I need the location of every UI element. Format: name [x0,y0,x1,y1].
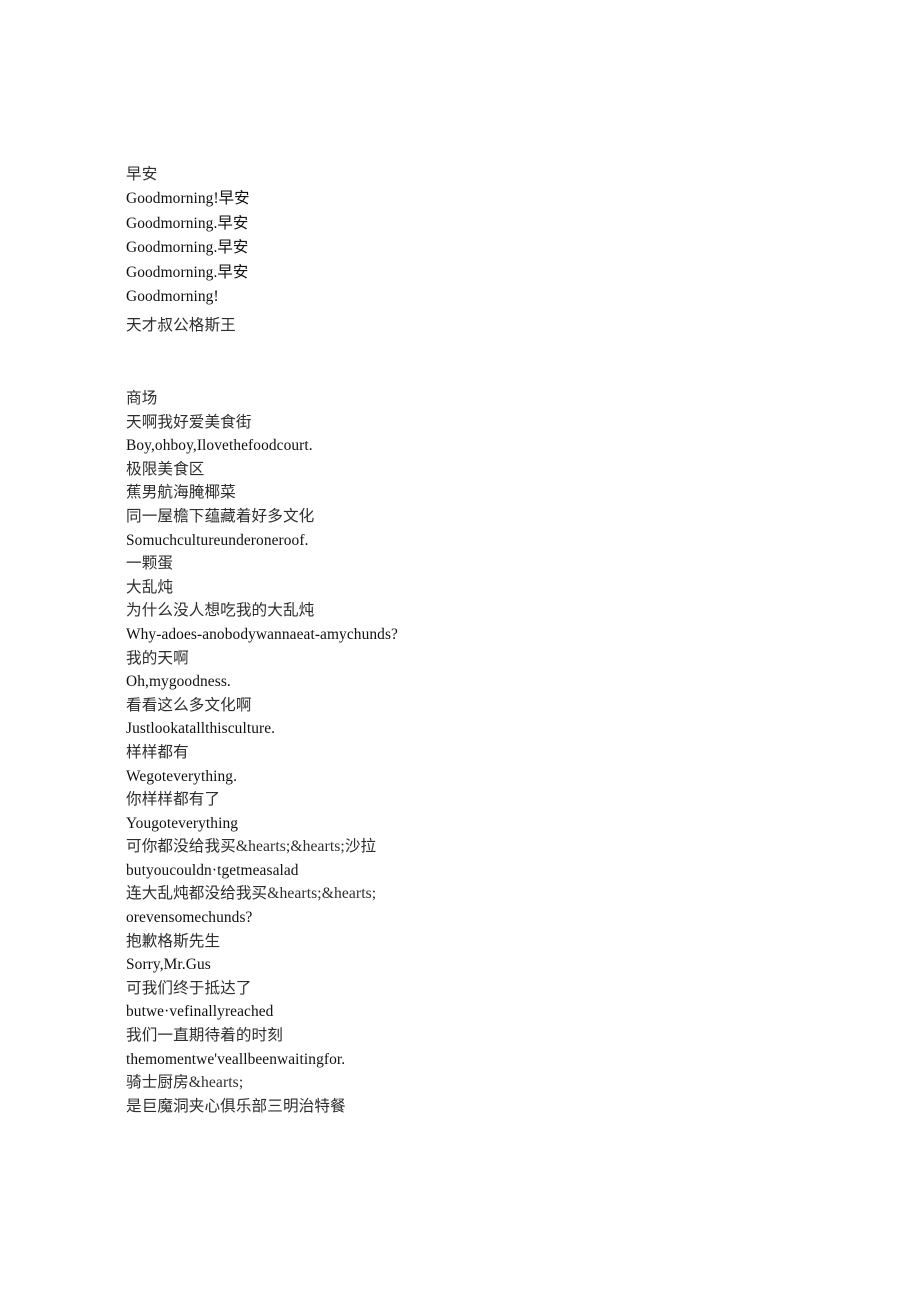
text-line: 我的天啊 [126,649,189,667]
text-line: Somuchcultureunderoneroof. [126,531,309,549]
text-line: Goodmorning.早安 [126,214,249,232]
text-line: Why-adoes-anobodywannaeat-amychunds? [126,625,398,643]
text-line: butyoucouldn·tgetmeasalad [126,861,299,879]
text-line: Oh,mygoodness. [126,673,231,691]
text-line: 为什么没人想吃我的大乱炖 [126,602,315,620]
text-line: Yougoteverything [126,814,239,832]
text-line: 天才叔公格斯王 [126,317,236,335]
text-line: 样样都有 [126,743,189,761]
text-line: Goodmorning! [126,288,219,306]
text-line: 大乱炖 [126,578,174,596]
text-line: 天啊我好爱美食街 [126,413,252,431]
text-line: 连大乱炖都没给我买&hearts;&hearts; [126,885,377,903]
text-line: orevensomechunds? [126,909,253,927]
text-block-greeting: 早安 Goodmorning!早安 Goodmorning.早安 Goodmornin… [126,163,250,339]
text-line: Goodmorning.早安 [126,239,249,257]
text-line: 同一屋檐下蕴藏着好多文化 [126,507,315,525]
text-line: Justlookatallthisculture. [126,720,276,738]
text-line: Boy,ohboy,Ilovethefoodcourt. [126,437,313,455]
text-line: 蕉男航海腌椰菜 [126,484,236,502]
text-line: 看看这么多文化啊 [126,696,252,714]
text-line: 可你都没给我买&hearts;&hearts;沙拉 [126,838,377,856]
text-line: themomentwe'veallbeenwaitingfor. [126,1050,346,1068]
text-line: 骑士厨房&hearts; [126,1074,244,1092]
text-line: 你样样都有了 [126,791,221,809]
text-line: Goodmorning.早安 [126,263,249,281]
text-line: Wegoteverything. [126,767,238,785]
text-line: butwe·vefinallyreached [126,1003,274,1021]
document-page: 早安 Goodmorning!早安 Goodmorning.早安 Goodmornin… [0,0,920,1301]
text-line: 抱歉格斯先生 [126,932,221,950]
text-line: 我们一直期待着的时刻 [126,1027,283,1045]
text-line: 可我们终于抵达了 [126,979,252,997]
text-line: Goodmorning!早安 [126,190,250,208]
text-line: 极限美食区 [126,460,205,478]
text-line: 一颗蛋 [126,555,174,573]
text-block-mall: 商场天啊我好爱美食街 Boy,ohboy,Ilovethefoodcourt. 极限… [126,387,398,1118]
text-line: 商场 [126,390,158,407]
text-line: 早安 [126,166,158,183]
text-line: Sorry,Mr.Gus [126,956,211,974]
text-line: 是巨魔洞夹心俱乐部三明治特餐 [126,1097,346,1115]
